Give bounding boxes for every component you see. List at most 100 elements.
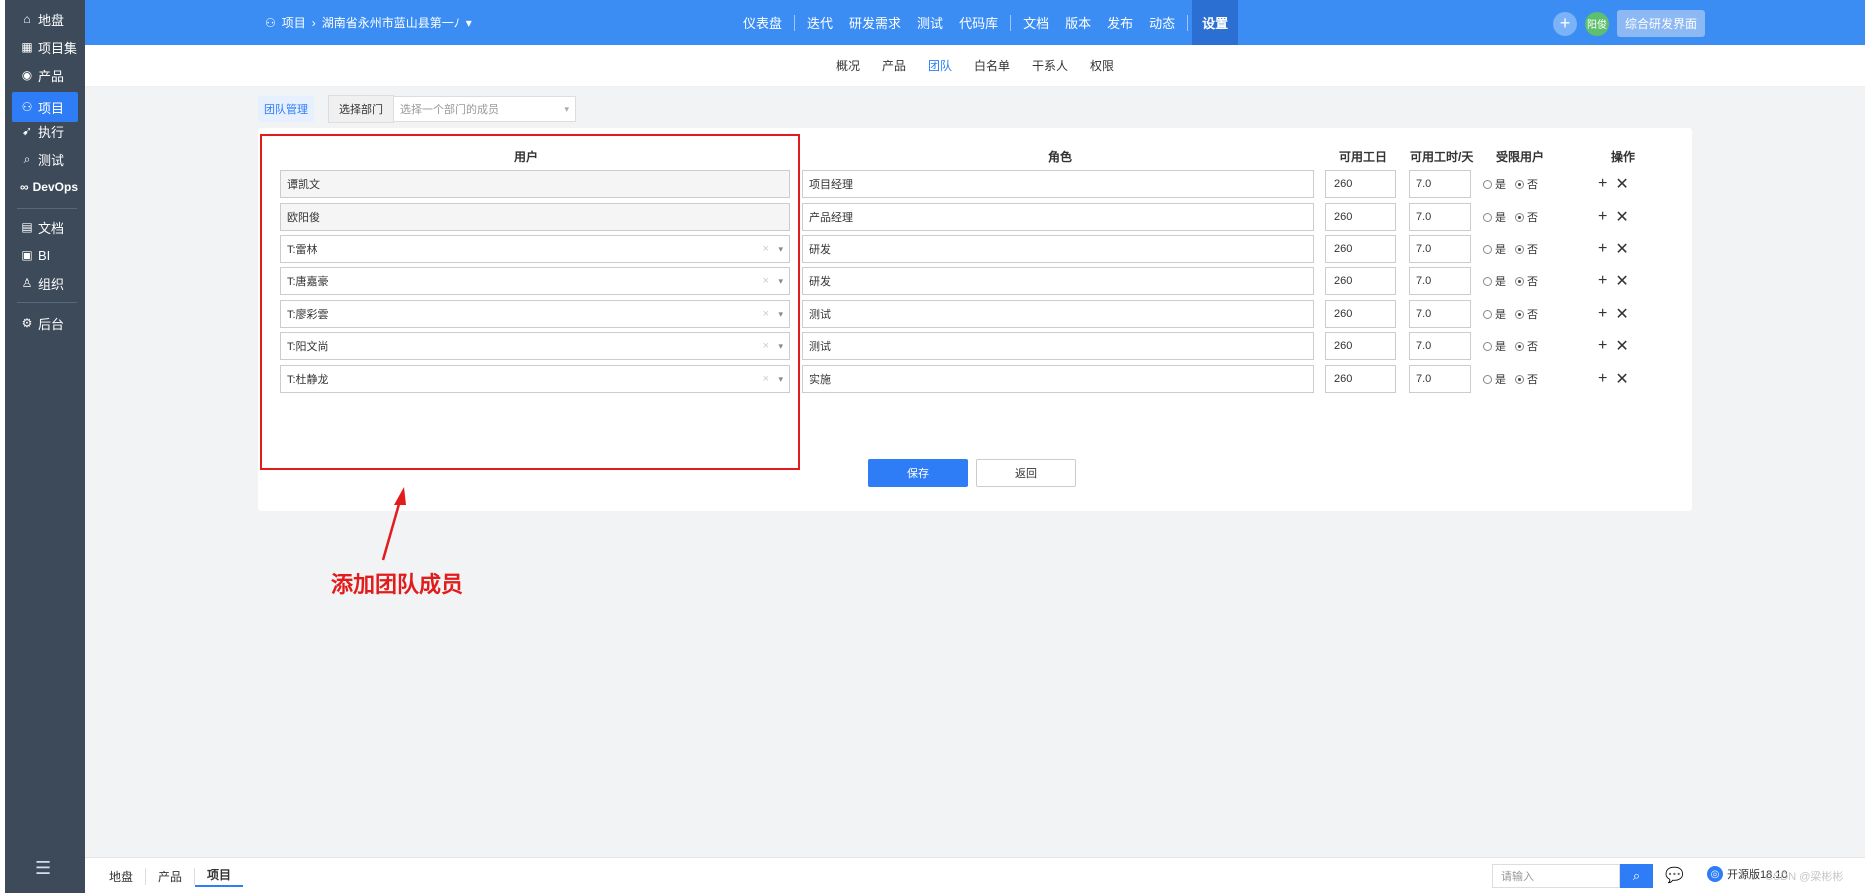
- role-select[interactable]: 测试: [802, 300, 1314, 328]
- delete-row-icon[interactable]: ✕: [1615, 336, 1628, 356]
- days-value: 260: [1334, 340, 1353, 352]
- footer-tab-project[interactable]: 项目: [195, 866, 244, 887]
- role-select[interactable]: 项目经理: [802, 170, 1314, 198]
- nav-repo[interactable]: 代码库: [951, 13, 1006, 32]
- add-row-icon[interactable]: +: [1598, 208, 1607, 226]
- add-row-icon[interactable]: +: [1598, 305, 1607, 323]
- tab-overview[interactable]: 概况: [836, 57, 860, 74]
- limited-yes-radio[interactable]: [1483, 276, 1492, 286]
- delete-row-icon[interactable]: ✕: [1615, 174, 1628, 194]
- row-actions: + ✕: [1598, 267, 1637, 295]
- nav-dashboard[interactable]: 仪表盘: [735, 13, 790, 32]
- sidebar-item-execution[interactable]: ➹ 执行: [12, 116, 78, 146]
- limited-yes-radio[interactable]: [1483, 309, 1492, 319]
- tab-product[interactable]: 产品: [882, 57, 906, 74]
- sidebar-item-admin[interactable]: ⚙ 后台: [12, 308, 78, 338]
- limited-no-radio[interactable]: [1515, 212, 1524, 222]
- nav-test[interactable]: 测试: [909, 13, 951, 32]
- days-input[interactable]: 260: [1325, 170, 1396, 198]
- limited-no-label: 否: [1527, 374, 1538, 386]
- tab-stakeholders[interactable]: 干系人: [1032, 57, 1068, 74]
- limited-yes-radio[interactable]: [1483, 244, 1492, 254]
- nav-requirements[interactable]: 研发需求: [841, 13, 909, 32]
- role-select[interactable]: 实施: [802, 365, 1314, 393]
- dept-select[interactable]: 选择一个部门的成员 ▾: [394, 96, 576, 122]
- tab-team[interactable]: 团队: [928, 57, 952, 74]
- sidebar-item-product[interactable]: ◉ 产品: [12, 60, 78, 90]
- add-row-icon[interactable]: +: [1598, 337, 1607, 355]
- delete-row-icon[interactable]: ✕: [1615, 239, 1628, 259]
- chat-ai-icon[interactable]: 💬: [1665, 866, 1684, 884]
- hours-input[interactable]: 7.0: [1409, 300, 1471, 328]
- add-row-icon[interactable]: +: [1598, 240, 1607, 258]
- sidebar-item-bi[interactable]: ▣ BI: [12, 240, 78, 270]
- sidebar-item-devops[interactable]: ∞ DevOps: [12, 172, 78, 202]
- workspace-button[interactable]: 综合研发界面: [1616, 10, 1705, 37]
- add-row-icon[interactable]: +: [1598, 175, 1607, 193]
- limited-no-radio[interactable]: [1515, 244, 1524, 254]
- nav-settings[interactable]: 设置: [1192, 0, 1239, 45]
- gear-icon: ⚙: [21, 316, 33, 330]
- hours-input[interactable]: 7.0: [1409, 170, 1471, 198]
- back-button[interactable]: 返回: [976, 459, 1076, 487]
- menu-toggle-icon[interactable]: ☰: [35, 858, 51, 879]
- footer-tab-home[interactable]: 地盘: [97, 867, 147, 885]
- sidebar-item-program[interactable]: ▦ 项目集: [12, 32, 78, 62]
- avatar[interactable]: 阳俊: [1584, 11, 1609, 36]
- footer-tab-product[interactable]: 产品: [146, 867, 196, 885]
- hours-value: 7.0: [1416, 340, 1432, 352]
- tab-whitelist[interactable]: 白名单: [974, 57, 1010, 74]
- role-select[interactable]: 产品经理: [802, 203, 1314, 231]
- save-button[interactable]: 保存: [868, 459, 968, 487]
- footer-search-input[interactable]: 请输入: [1492, 864, 1620, 888]
- chevron-down-icon[interactable]: ▾: [466, 16, 472, 30]
- sidebar-item-org[interactable]: ♙ 组织: [12, 268, 78, 298]
- delete-row-icon[interactable]: ✕: [1615, 207, 1628, 227]
- breadcrumb-current[interactable]: 湖南省永州市蓝山县第一ﾉ: [322, 14, 460, 31]
- limited-no-radio[interactable]: [1515, 179, 1524, 189]
- hours-input[interactable]: 7.0: [1409, 365, 1471, 393]
- nav-iteration[interactable]: 迭代: [799, 13, 841, 32]
- limited-no-radio[interactable]: [1515, 276, 1524, 286]
- nav-activity[interactable]: 动态: [1141, 13, 1183, 32]
- annotation-arrow-icon: [381, 487, 406, 561]
- sidebar-item-test[interactable]: ⌕ 测试: [12, 144, 78, 174]
- hours-input[interactable]: 7.0: [1409, 235, 1471, 263]
- limited-yes-radio[interactable]: [1483, 374, 1492, 384]
- limited-yes-radio[interactable]: [1483, 341, 1492, 351]
- limited-yes-radio[interactable]: [1483, 179, 1492, 189]
- hours-input[interactable]: 7.0: [1409, 203, 1471, 231]
- delete-row-icon[interactable]: ✕: [1615, 271, 1628, 291]
- days-input[interactable]: 260: [1325, 332, 1396, 360]
- delete-row-icon[interactable]: ✕: [1615, 304, 1628, 324]
- role-select[interactable]: 测试: [802, 332, 1314, 360]
- delete-row-icon[interactable]: ✕: [1615, 369, 1628, 389]
- sidebar-item-doc[interactable]: ▤ 文档: [12, 212, 78, 242]
- days-input[interactable]: 260: [1325, 267, 1396, 295]
- days-input[interactable]: 260: [1325, 235, 1396, 263]
- header-limited: 受限用户: [1496, 150, 1545, 164]
- plus-icon[interactable]: +: [1552, 11, 1577, 36]
- days-input[interactable]: 260: [1325, 365, 1396, 393]
- nav-doc[interactable]: 文档: [1015, 13, 1057, 32]
- hours-input[interactable]: 7.0: [1409, 267, 1471, 295]
- days-input[interactable]: 260: [1325, 300, 1396, 328]
- limited-no-radio[interactable]: [1515, 341, 1524, 351]
- hours-input[interactable]: 7.0: [1409, 332, 1471, 360]
- limited-yes-label: 是: [1495, 244, 1506, 256]
- sidebar-item-home[interactable]: ⌂ 地盘: [12, 4, 78, 34]
- add-row-icon[interactable]: +: [1598, 370, 1607, 388]
- breadcrumb-root[interactable]: 项目: [282, 14, 306, 31]
- role-select[interactable]: 研发: [802, 267, 1314, 295]
- limited-no-radio[interactable]: [1515, 309, 1524, 319]
- limited-yes-radio[interactable]: [1483, 212, 1492, 222]
- team-management-label[interactable]: 团队管理: [258, 96, 314, 122]
- tab-permissions[interactable]: 权限: [1090, 57, 1114, 74]
- nav-release-version[interactable]: 版本: [1057, 13, 1099, 32]
- days-input[interactable]: 260: [1325, 203, 1396, 231]
- limited-no-radio[interactable]: [1515, 374, 1524, 384]
- nav-publish[interactable]: 发布: [1099, 13, 1141, 32]
- add-row-icon[interactable]: +: [1598, 272, 1607, 290]
- search-button[interactable]: ⌕: [1620, 864, 1653, 888]
- role-select[interactable]: 研发: [802, 235, 1314, 263]
